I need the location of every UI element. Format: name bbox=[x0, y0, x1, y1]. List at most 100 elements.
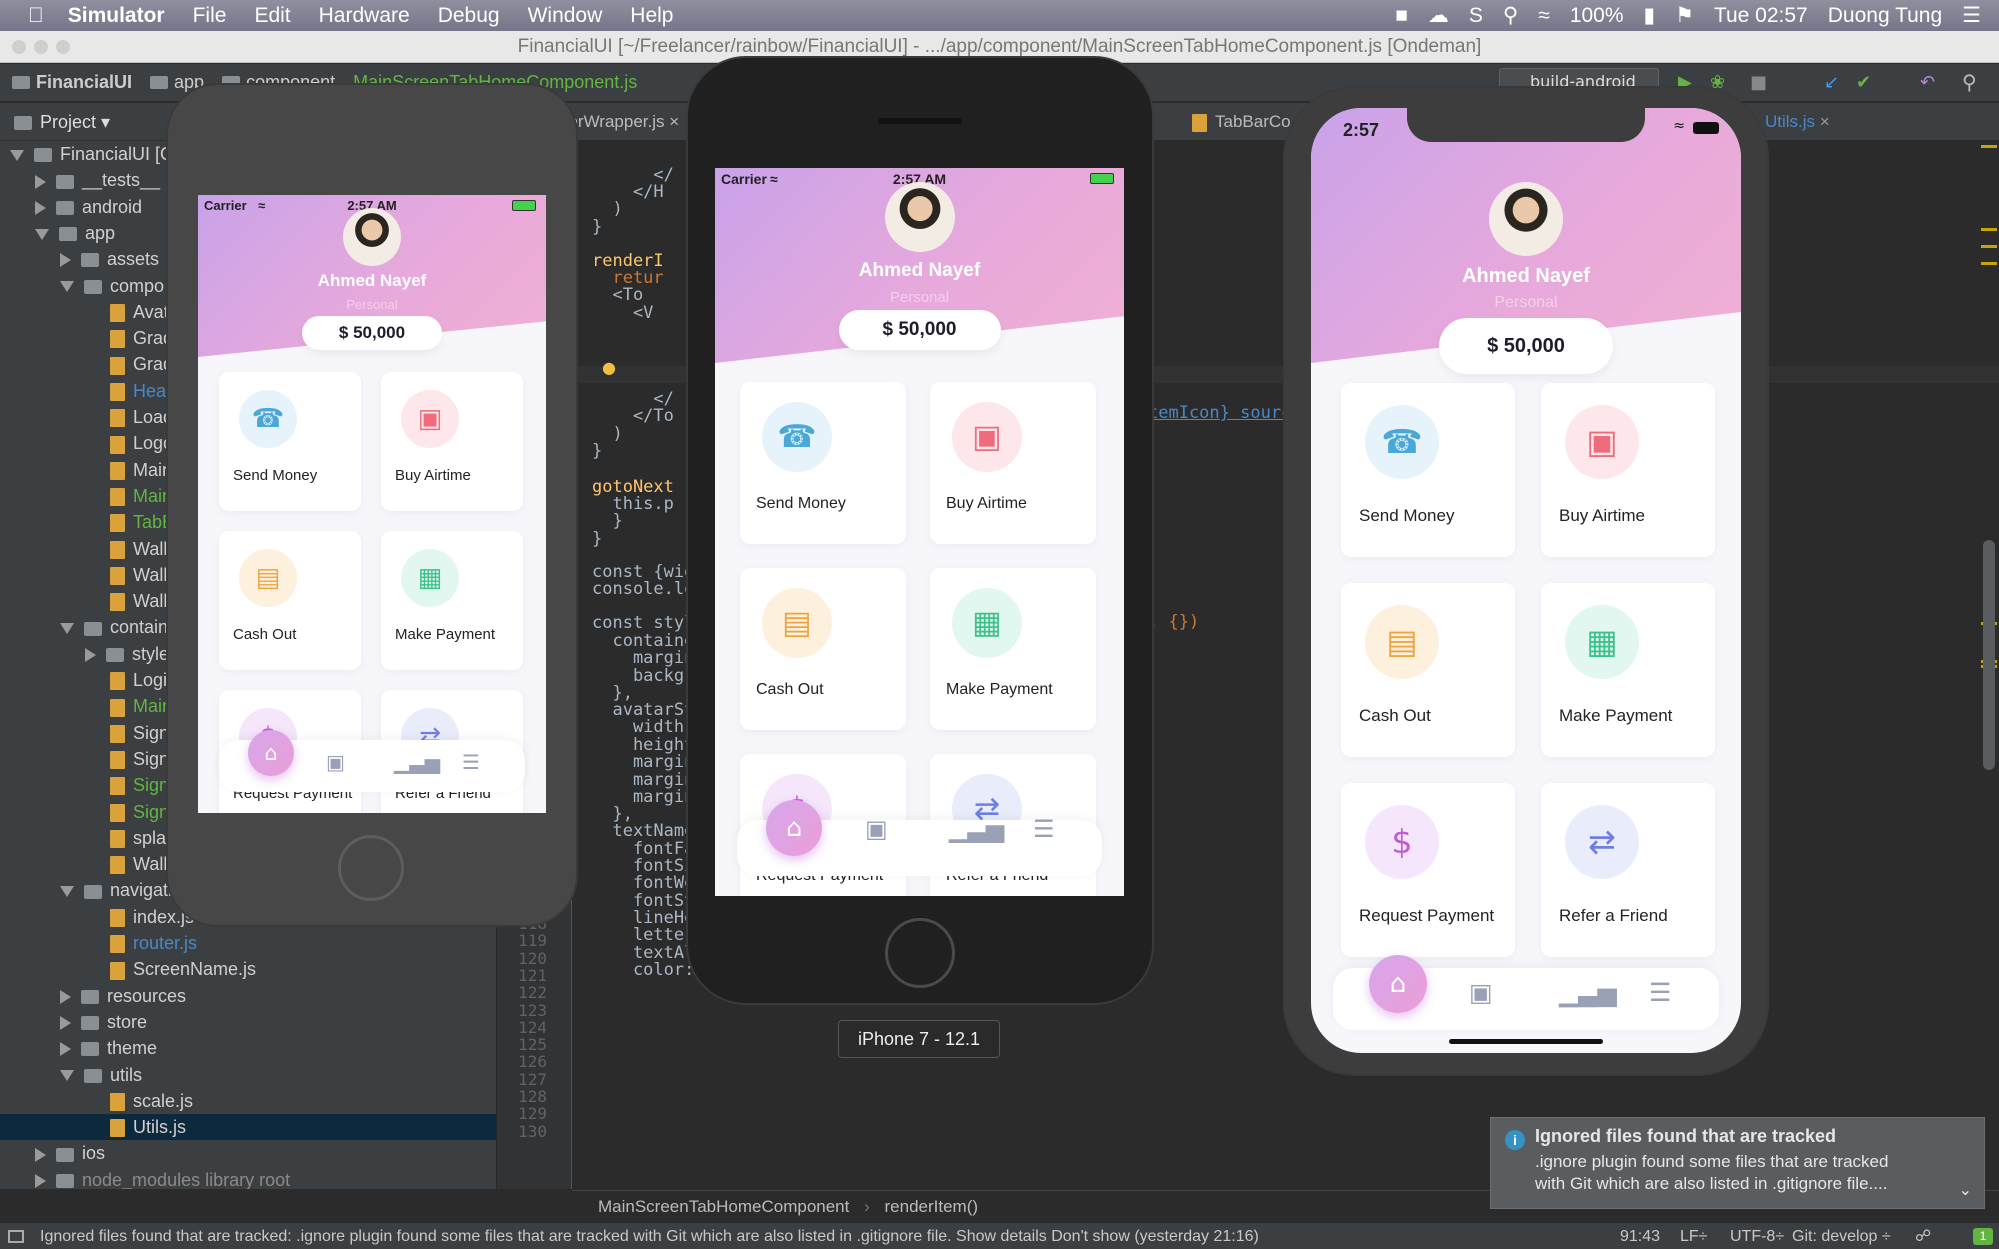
toggle-tool-windows-icon[interactable] bbox=[8, 1230, 24, 1243]
crumb-method[interactable]: renderItem() bbox=[885, 1197, 979, 1216]
balance-pill[interactable]: $ 50,000 bbox=[838, 310, 1001, 350]
clock[interactable]: Tue 02:57 bbox=[1714, 4, 1808, 28]
chevron-right-icon[interactable] bbox=[60, 1042, 71, 1057]
tab-messages-icon[interactable]: ▣ bbox=[865, 815, 888, 843]
home-button[interactable] bbox=[885, 918, 955, 988]
lock-icon[interactable]: ☍ bbox=[1915, 1223, 1931, 1249]
zoom-button[interactable] bbox=[56, 40, 70, 54]
chevron-right-icon[interactable] bbox=[85, 647, 96, 662]
menu-window[interactable]: Window bbox=[528, 4, 603, 28]
flag-icon[interactable]: ⚑ bbox=[1675, 3, 1694, 28]
tab-tabbar[interactable]: TabBarCo bbox=[1192, 112, 1291, 132]
tab-messages-icon[interactable]: ▣ bbox=[1469, 978, 1493, 1007]
app-screen-iphonex[interactable]: 2:57 ≈ Ahmed Nayef Personal $ 50,000 ☎ Send Mo… bbox=[1311, 108, 1741, 1053]
app-screen-iphone7[interactable]: Carrier ≈2:57 AM Ahmed Nayef Personal $ 50,0… bbox=[715, 168, 1124, 896]
project-tree-item[interactable]: ios bbox=[0, 1140, 496, 1166]
project-tree-item[interactable]: resources bbox=[0, 983, 496, 1009]
editor-scrollbar[interactable] bbox=[1983, 540, 1995, 770]
chevron-right-icon[interactable] bbox=[60, 1016, 71, 1031]
docker-icon[interactable]: ■ bbox=[1395, 4, 1408, 28]
crumb-component[interactable]: MainScreenTabHomeComponent bbox=[598, 1197, 849, 1216]
chevron-down-icon[interactable] bbox=[60, 1070, 74, 1082]
git-branch[interactable]: Git: develop ÷ bbox=[1792, 1223, 1891, 1249]
send-money-card[interactable]: ☎ Send Money bbox=[1341, 383, 1515, 557]
stop-icon[interactable]: ■ bbox=[1750, 72, 1767, 93]
lightbulb-icon[interactable]: ● bbox=[602, 358, 616, 377]
status-message[interactable]: Ignored files found that are tracked: .i… bbox=[40, 1223, 1280, 1249]
refer-friend-card[interactable]: ⇄ Refer a Friend bbox=[1541, 783, 1715, 957]
cloud-icon[interactable]: ☁ bbox=[1428, 3, 1449, 28]
chevron-right-icon[interactable] bbox=[35, 1173, 46, 1188]
user-name[interactable]: Duong Tung bbox=[1828, 4, 1942, 28]
chevron-down-icon[interactable] bbox=[10, 149, 24, 161]
project-tree-item[interactable]: ScreenName.js bbox=[0, 956, 496, 982]
chevron-right-icon[interactable] bbox=[60, 253, 71, 268]
buy-airtime-card[interactable]: ▣ Buy Airtime bbox=[930, 382, 1096, 544]
skype-icon[interactable]: S bbox=[1469, 4, 1483, 28]
project-tree-item[interactable]: theme bbox=[0, 1035, 496, 1061]
menu-app-name[interactable]: Simulator bbox=[68, 4, 165, 28]
chevron-down-icon[interactable] bbox=[60, 281, 74, 293]
buy-airtime-card[interactable]: ▣ Buy Airtime bbox=[381, 372, 523, 511]
send-money-card[interactable]: ☎ Send Money bbox=[740, 382, 906, 544]
battery-icon[interactable]: ▮ bbox=[1644, 3, 1656, 28]
wifi-icon[interactable]: ≈ bbox=[1538, 4, 1550, 28]
chevron-right-icon[interactable] bbox=[35, 200, 46, 215]
chevron-right-icon[interactable] bbox=[60, 989, 71, 1004]
make-payment-card[interactable]: ▦ Make Payment bbox=[930, 568, 1096, 730]
menu-hardware[interactable]: Hardware bbox=[319, 4, 410, 28]
project-tree-item[interactable]: scale.js bbox=[0, 1088, 496, 1114]
home-indicator[interactable] bbox=[1449, 1039, 1603, 1044]
chevron-right-icon[interactable] bbox=[35, 1147, 46, 1162]
search-everywhere-icon[interactable]: ⚲ bbox=[1962, 70, 1977, 94]
chevron-down-icon[interactable] bbox=[60, 886, 74, 898]
tab-menu-icon[interactable]: ☰ bbox=[1649, 978, 1671, 1007]
project-tree-item[interactable]: node_modules library root bbox=[0, 1167, 496, 1189]
chevron-down-icon[interactable] bbox=[35, 228, 49, 240]
tab-stats-icon[interactable]: ▁▃▅ bbox=[1559, 978, 1617, 1007]
tab-home-icon[interactable]: ⌂ bbox=[766, 800, 822, 856]
tab-header-wrapper[interactable]: derWrapper.js × bbox=[559, 112, 679, 132]
menu-file[interactable]: File bbox=[193, 4, 227, 28]
avatar[interactable] bbox=[343, 208, 401, 266]
project-tree-item[interactable]: Utils.js bbox=[0, 1114, 496, 1141]
send-money-card[interactable]: ☎ Send Money bbox=[219, 372, 361, 511]
close-button[interactable] bbox=[12, 40, 26, 54]
chevron-down-icon[interactable]: ⌄ bbox=[1959, 1180, 1972, 1200]
line-separator[interactable]: LF÷ bbox=[1680, 1223, 1707, 1249]
vcs-commit-icon[interactable]: ✔ bbox=[1856, 72, 1871, 93]
chevron-down-icon[interactable] bbox=[60, 623, 74, 635]
cash-out-card[interactable]: ▤ Cash Out bbox=[740, 568, 906, 730]
request-payment-card[interactable]: $ Request Payment bbox=[1341, 783, 1515, 957]
menu-help[interactable]: Help bbox=[630, 4, 673, 28]
chevron-right-icon[interactable] bbox=[35, 174, 46, 189]
project-tree-item[interactable]: utils bbox=[0, 1062, 496, 1088]
balance-pill[interactable]: $ 50,000 bbox=[302, 316, 442, 350]
revert-icon[interactable]: ↶ bbox=[1920, 72, 1935, 93]
tab-menu-icon[interactable]: ☰ bbox=[462, 750, 480, 774]
notification-balloon[interactable]: i Ignored files found that are tracked .… bbox=[1490, 1117, 1985, 1209]
app-screen-se[interactable]: Carrier ≈2:57 AM Ahmed Nayef Personal $ 50,0… bbox=[198, 195, 546, 813]
avatar[interactable] bbox=[1489, 182, 1563, 256]
home-button[interactable] bbox=[338, 835, 404, 901]
tab-messages-icon[interactable]: ▣ bbox=[326, 750, 345, 774]
tab-stats-icon[interactable]: ▁▃▅ bbox=[949, 815, 1004, 843]
tab-home-icon[interactable]: ⌂ bbox=[1369, 955, 1427, 1013]
minimize-button[interactable] bbox=[34, 40, 48, 54]
menu-debug[interactable]: Debug bbox=[438, 4, 500, 28]
event-log-icon[interactable]: 1 bbox=[1973, 1228, 1993, 1245]
balance-pill[interactable]: $ 50,000 bbox=[1439, 318, 1613, 374]
search-icon[interactable]: ⚲ bbox=[1503, 3, 1518, 28]
vcs-update-icon[interactable]: ↙ bbox=[1824, 72, 1839, 93]
avatar[interactable] bbox=[884, 182, 955, 252]
tab-utils[interactable]: Utils.js × bbox=[1765, 112, 1830, 132]
tab-home-icon[interactable]: ⌂ bbox=[248, 730, 294, 776]
file-encoding[interactable]: UTF-8÷ bbox=[1730, 1223, 1784, 1249]
nav-crumb-root[interactable]: FinancialUI bbox=[12, 72, 132, 93]
make-payment-card[interactable]: ▦ Make Payment bbox=[381, 531, 523, 670]
cash-out-card[interactable]: ▤ Cash Out bbox=[1341, 583, 1515, 757]
cash-out-card[interactable]: ▤ Cash Out bbox=[219, 531, 361, 670]
tab-menu-icon[interactable]: ☰ bbox=[1033, 815, 1055, 843]
make-payment-card[interactable]: ▦ Make Payment bbox=[1541, 583, 1715, 757]
tab-stats-icon[interactable]: ▁▃▅ bbox=[394, 750, 440, 774]
